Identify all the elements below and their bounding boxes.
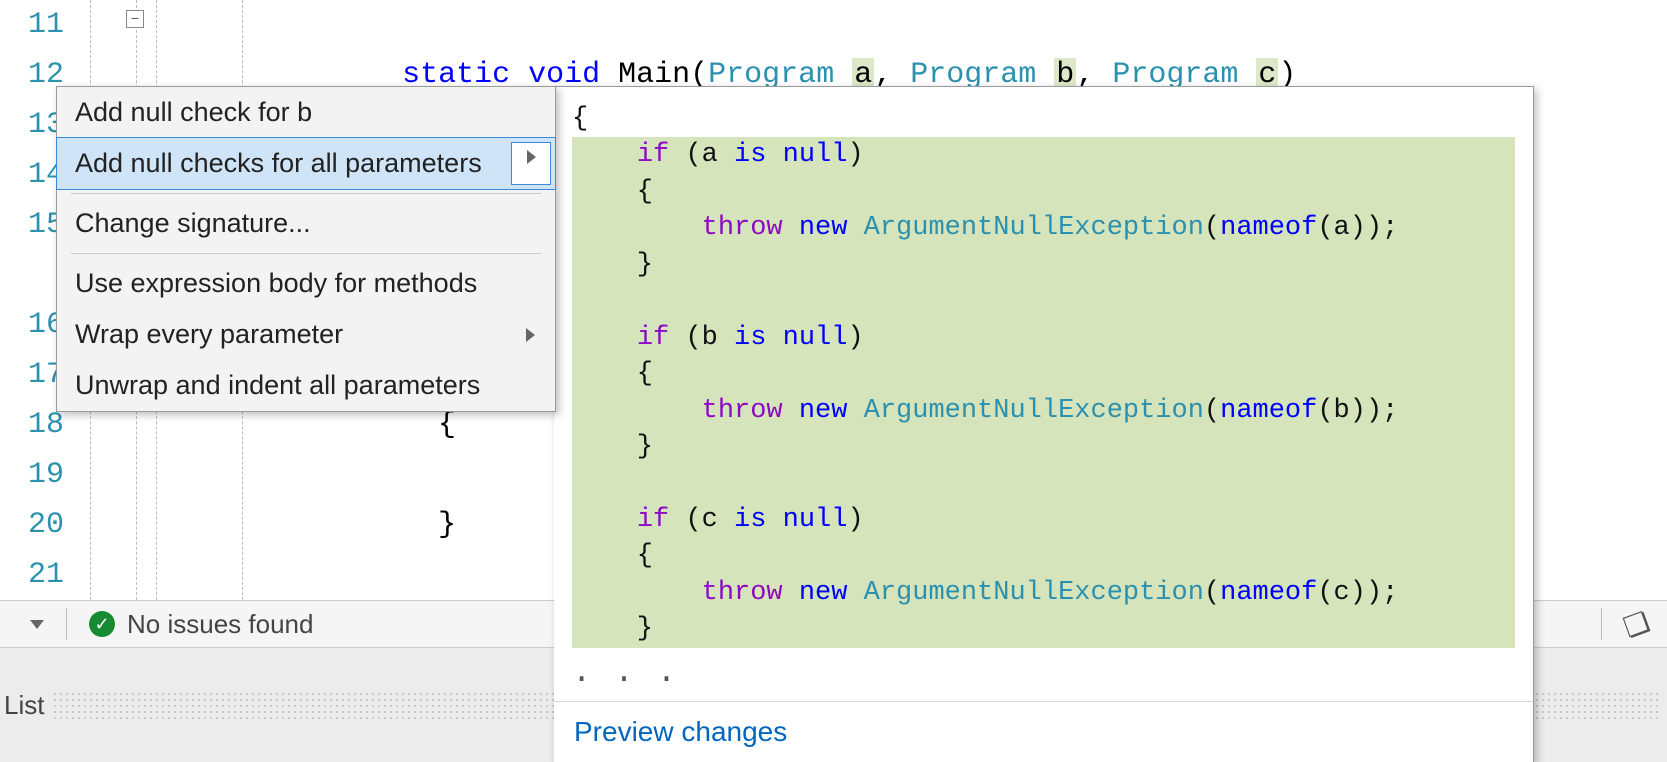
- line-number: [0, 250, 64, 300]
- line-number: 11: [0, 0, 64, 50]
- quick-action-item[interactable]: Change signature...: [57, 198, 555, 249]
- separator: [66, 608, 67, 640]
- quick-action-item[interactable]: Use expression body for methods: [57, 258, 555, 309]
- preview-code: { if (a is null) { throw new ArgumentNul…: [554, 87, 1533, 701]
- line-number: 14: [0, 150, 64, 200]
- preview-panel: { if (a is null) { throw new ArgumentNul…: [554, 86, 1534, 762]
- quick-action-item[interactable]: Add null check for b: [57, 87, 555, 138]
- quick-action-label: Change signature...: [75, 208, 311, 238]
- preview-changes-link[interactable]: Preview changes: [574, 716, 787, 747]
- line-number: 13: [0, 100, 64, 150]
- status-text: No issues found: [127, 609, 313, 640]
- line-number: 19: [0, 450, 64, 500]
- chevron-right-icon: [526, 328, 535, 342]
- menu-separator: [71, 193, 541, 194]
- quick-action-item[interactable]: Wrap every parameter: [57, 309, 555, 360]
- error-list-tab[interactable]: List: [4, 690, 44, 721]
- quick-action-label: Use expression body for methods: [75, 268, 477, 298]
- check-circle-icon: ✓: [89, 611, 115, 637]
- dropdown-arrow-icon[interactable]: [30, 620, 44, 629]
- cleanup-icon[interactable]: ❏: [1619, 604, 1654, 644]
- quick-action-label: Add null checks for all parameters: [75, 148, 482, 178]
- separator: [1601, 608, 1602, 640]
- line-number: 15: [0, 200, 64, 250]
- line-number: 18: [0, 400, 64, 450]
- quick-action-item[interactable]: Unwrap and indent all parameters: [57, 360, 555, 411]
- quick-action-label: Unwrap and indent all parameters: [75, 370, 480, 400]
- quick-action-label: Add null check for b: [75, 97, 312, 127]
- menu-separator: [71, 253, 541, 254]
- quick-action-item[interactable]: Add null checks for all parameters: [56, 137, 556, 190]
- chevron-right-icon: [527, 150, 536, 164]
- quick-actions-menu[interactable]: Add null check for b Add null checks for …: [56, 86, 556, 412]
- line-number: 21: [0, 550, 64, 600]
- line-number: 20: [0, 500, 64, 550]
- collapse-icon[interactable]: −: [126, 10, 144, 28]
- quick-action-label: Wrap every parameter: [75, 319, 343, 349]
- line-number: 12: [0, 50, 64, 100]
- line-number: 17: [0, 350, 64, 400]
- code-line-11[interactable]: static void Main(Program a, Program b, P…: [150, 0, 1667, 50]
- preview-ellipsis: . . .: [572, 648, 1515, 691]
- line-number: 16: [0, 300, 64, 350]
- submenu-expand-button[interactable]: [511, 142, 551, 185]
